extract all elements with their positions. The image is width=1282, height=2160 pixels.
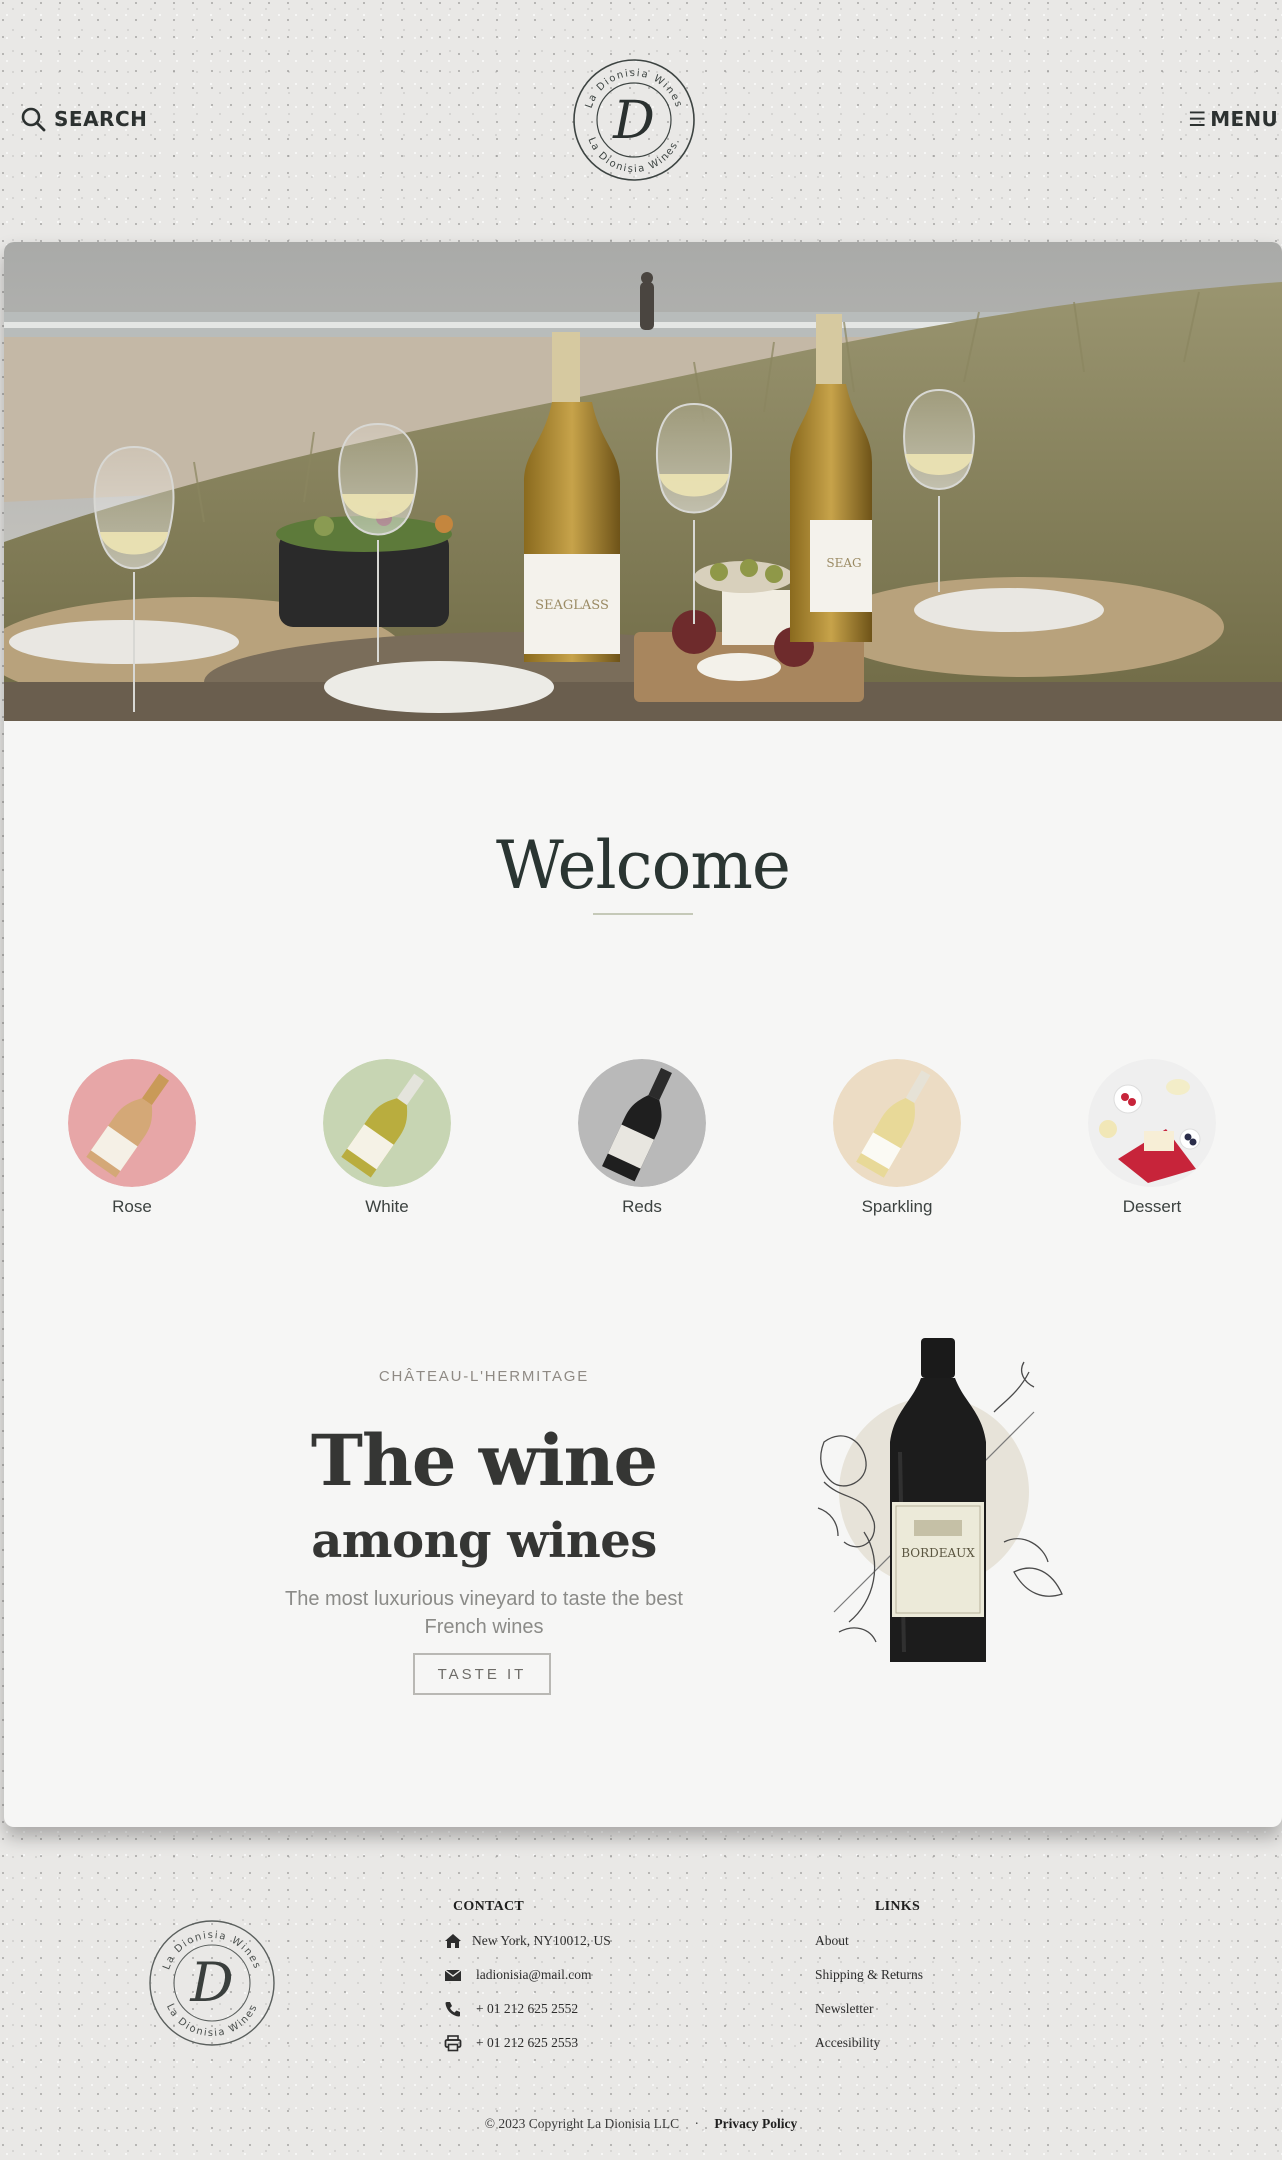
copyright-text: © 2023 Copyright La Dionisia LLC [484, 2116, 680, 2131]
category-white-image [323, 1059, 451, 1187]
category-dessert-image [1088, 1059, 1216, 1187]
contact-heading: CONTACT [453, 1899, 525, 1914]
footer-link-about[interactable]: About [815, 1933, 849, 1949]
welcome-heading: Welcome [496, 827, 791, 904]
category-rose[interactable]: Rose [62, 1059, 202, 1217]
welcome-divider [593, 913, 693, 915]
home-icon [445, 1934, 461, 1948]
links-heading: LINKS [875, 1899, 921, 1914]
hero-bottle-label: SEAGLASS [535, 598, 609, 613]
logo-monogram: D [612, 91, 655, 151]
feature-eyebrow: CHÂTEAU-L'HERMITAGE [378, 1368, 590, 1385]
main-card: SEAGLASS SEAG Welcome Rose White Reds Sp… [4, 242, 1282, 1827]
contact-address-text: New York, NY10012, US [472, 1933, 611, 1948]
bordeaux-bottle-image: BORDEAUX [804, 1332, 1084, 1672]
footer-link-accessibility[interactable]: Accesibility [815, 2035, 880, 2051]
category-sparkling[interactable]: Sparkling [827, 1059, 967, 1217]
site-header: SEARCH La Dionisia Wines La Dionisia Win… [0, 0, 1282, 240]
category-rose-label: Rose [112, 1197, 152, 1216]
contact-email[interactable]: ladionisia@mail.com [444, 1964, 592, 1986]
category-dessert-label: Dessert [1122, 1197, 1182, 1216]
category-white-label: White [365, 1197, 409, 1216]
category-sparkling-image [833, 1059, 961, 1187]
bordeaux-label-text: BORDEAUX [901, 1546, 975, 1560]
contact-phone[interactable]: + 01 212 625 2552 [444, 1998, 578, 2020]
copyright-bar: © 2023 Copyright La Dionisia LLC · Priva… [0, 2116, 1282, 2132]
footer-link-newsletter[interactable]: Newsletter [815, 2001, 873, 2017]
search-button[interactable]: SEARCH [20, 103, 147, 135]
contact-phone-text: + 01 212 625 2552 [476, 2001, 579, 2016]
footer-logo-monogram: D [189, 1951, 233, 2014]
contact-email-text: ladionisia@mail.com [476, 1967, 592, 1982]
contact-fax: + 01 212 625 2553 [444, 2032, 578, 2054]
feature-title: The wine [310, 1419, 658, 1502]
category-reds-label: Reds [622, 1197, 662, 1216]
feature-tagline: The most luxurious vineyard to taste the… [285, 1588, 683, 1638]
category-reds[interactable]: Reds [572, 1059, 712, 1217]
hero-bottle-label-2: SEAG [826, 556, 861, 570]
copyright-separator: · [694, 2116, 700, 2131]
footer-link-shipping[interactable]: Shipping & Returns [815, 1967, 923, 1983]
printer-icon [444, 2035, 462, 2052]
menu-label: MENU [1210, 107, 1278, 131]
menu-button[interactable]: ☰ MENU [1188, 103, 1278, 135]
envelope-icon [444, 1969, 462, 1981]
category-reds-image [578, 1059, 706, 1187]
privacy-policy-link[interactable]: Privacy Policy [714, 2116, 797, 2131]
search-label: SEARCH [54, 107, 148, 131]
category-rose-image [68, 1059, 196, 1187]
hamburger-icon: ☰ [1188, 107, 1207, 131]
search-icon [21, 107, 46, 132]
site-logo[interactable]: La Dionisia Wines La Dionisia Wines. D [572, 58, 696, 182]
contact-address: New York, NY10012, US [444, 1930, 611, 1952]
taste-it-button[interactable]: TASTE IT [413, 1653, 551, 1695]
feature-subtitle: among wines [311, 1513, 657, 1569]
footer-logo[interactable]: La Dionisia Wines La Dionisia Wines D [148, 1919, 276, 2047]
category-sparkling-label: Sparkling [861, 1197, 933, 1216]
contact-fax-text: + 01 212 625 2553 [476, 2035, 579, 2050]
phone-icon [445, 2002, 460, 2017]
category-dessert[interactable]: Dessert [1082, 1059, 1222, 1217]
hero-image: SEAGLASS SEAG [4, 242, 1282, 721]
category-white[interactable]: White [317, 1059, 457, 1217]
